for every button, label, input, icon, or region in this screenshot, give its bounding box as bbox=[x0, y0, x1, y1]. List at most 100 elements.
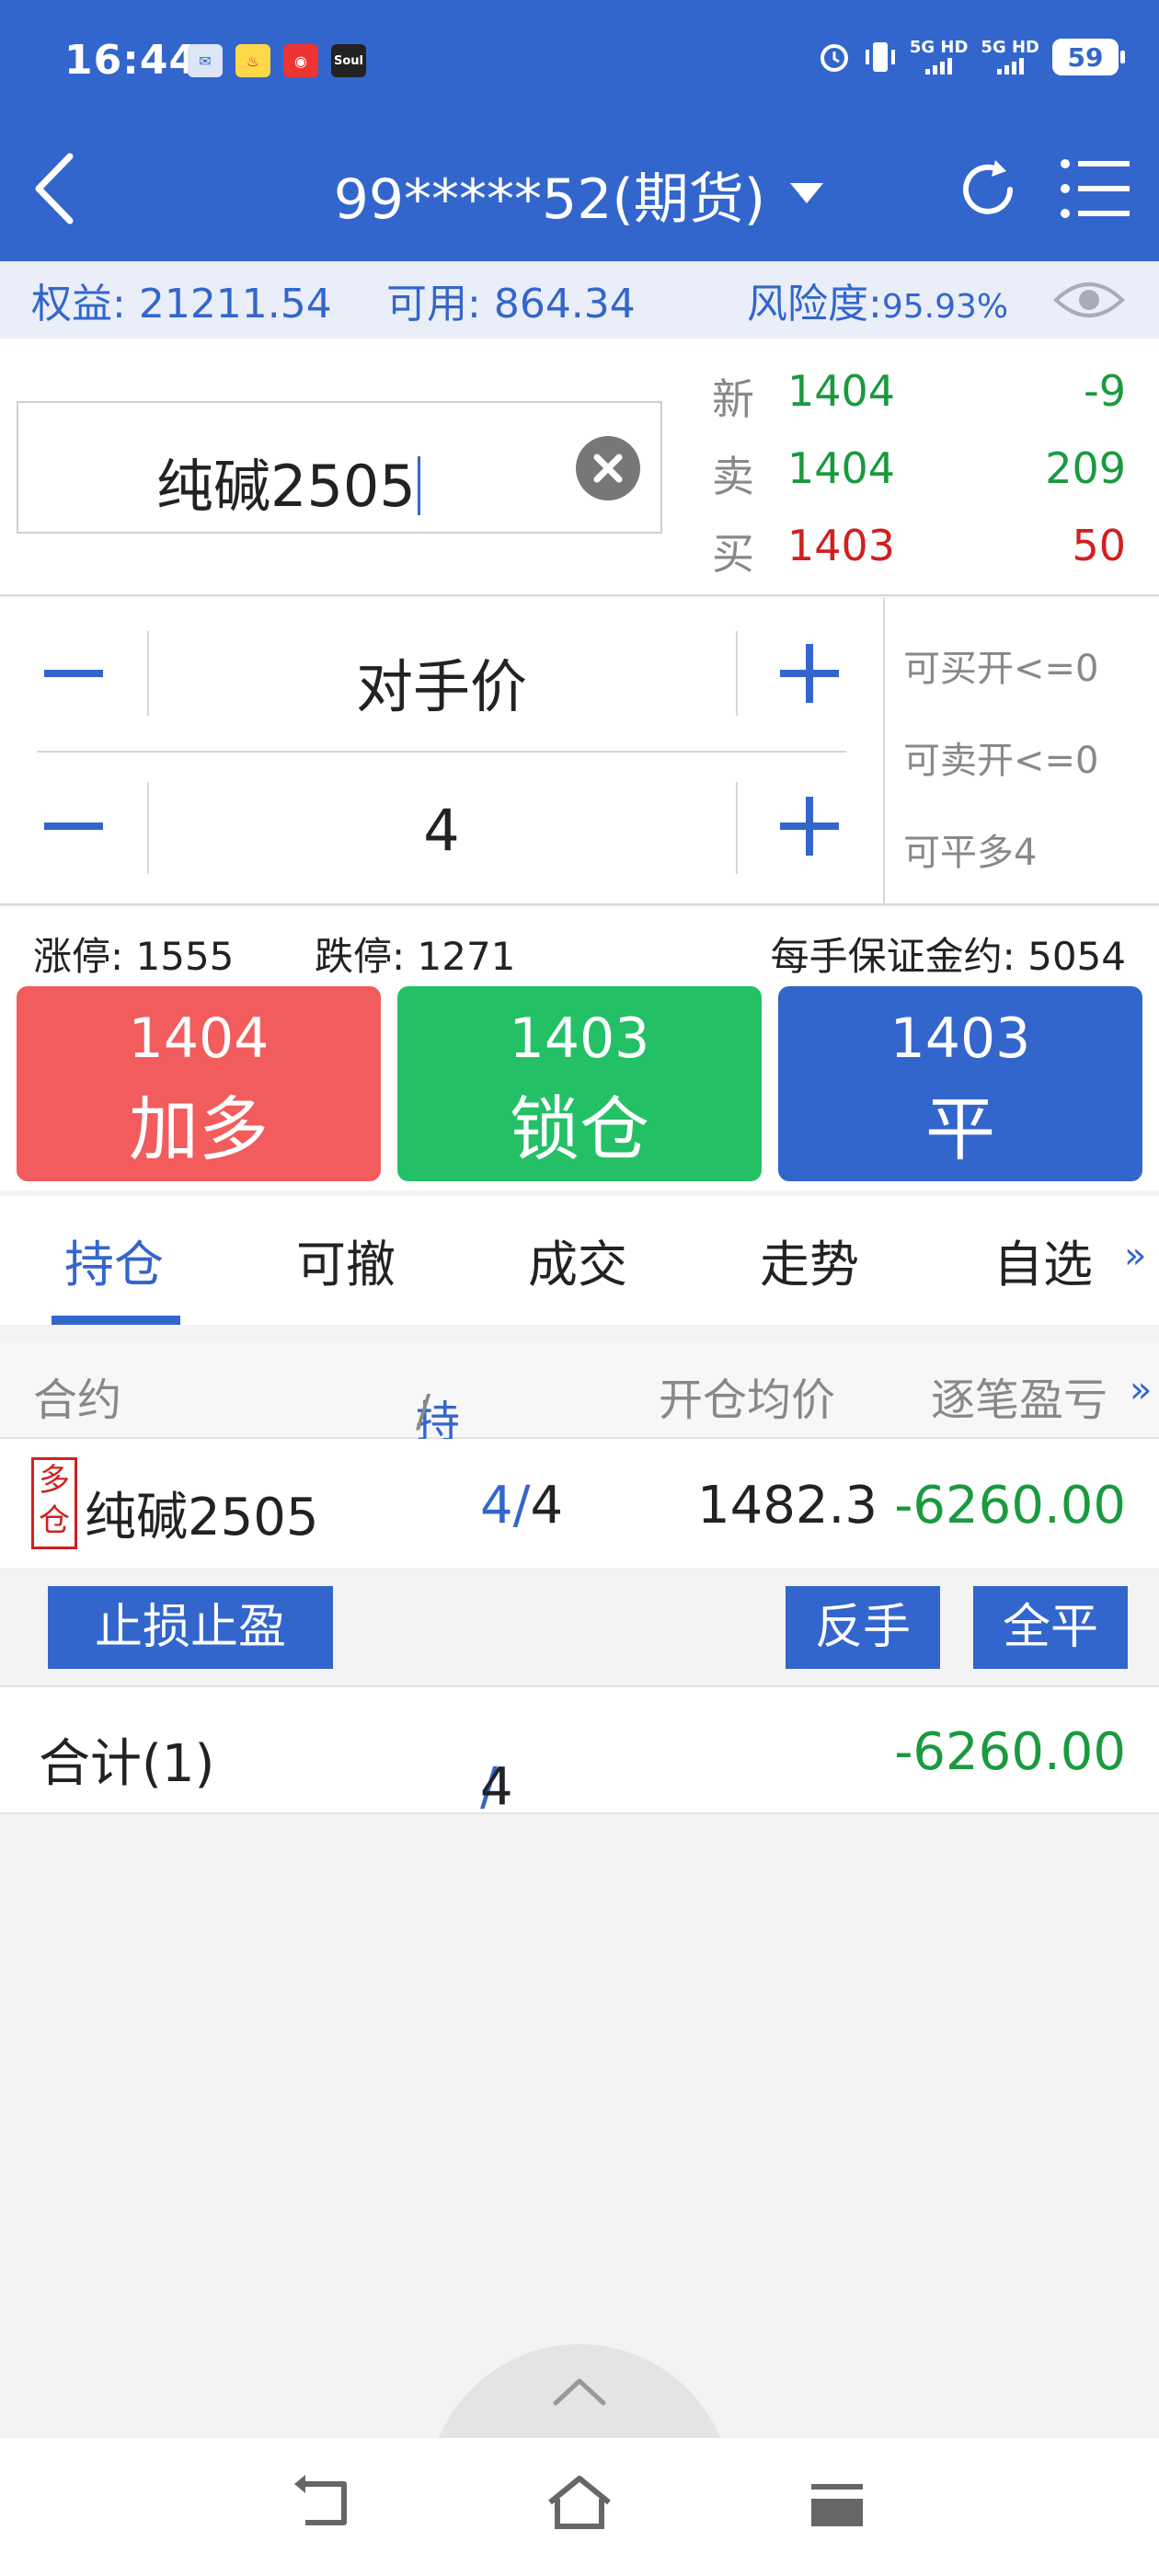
vibrate-icon bbox=[865, 42, 895, 72]
trade-actions: 1404 加多 1403 锁仓 1403 平 bbox=[0, 981, 1159, 1190]
close-price: 1403 bbox=[889, 1006, 1031, 1071]
home-nav-icon[interactable] bbox=[543, 2471, 616, 2536]
ask-price[interactable]: 1404 bbox=[787, 443, 895, 493]
divider bbox=[37, 751, 846, 753]
close-position-button[interactable]: 1403 平 bbox=[778, 986, 1142, 1181]
total-pnl: -6260.00 bbox=[894, 1722, 1126, 1782]
clear-icon[interactable] bbox=[576, 436, 640, 500]
tab-cancelable[interactable]: 可撤 bbox=[296, 1224, 396, 1296]
active-tab-indicator bbox=[52, 1316, 180, 1325]
tag-bottom: 仓 bbox=[39, 1502, 70, 1539]
positions-total: 合计(1) 4/4 -6260.00 bbox=[0, 1685, 1159, 1817]
risk-value: 95.93% bbox=[881, 288, 1009, 326]
can-close-long: 可平多4 bbox=[903, 832, 1038, 874]
position-operations: 止损止盈 反手 全平 bbox=[0, 1568, 1159, 1685]
col-avg-price: 开仓均价 bbox=[659, 1374, 836, 1426]
row-available-value: 4 bbox=[530, 1476, 564, 1535]
last-change: -9 bbox=[1084, 366, 1126, 416]
tabs-more-icon[interactable]: » bbox=[1124, 1235, 1146, 1277]
battery-indicator: 59 bbox=[1052, 39, 1125, 75]
news-app-icon: ◉ bbox=[283, 44, 318, 77]
last-label: 新 bbox=[712, 374, 754, 424]
menu-list-icon[interactable] bbox=[1058, 156, 1131, 221]
status-time: 16:44 bbox=[64, 37, 199, 84]
soul-app-icon: Soul bbox=[331, 44, 366, 77]
down-limit: 跌停: 1271 bbox=[315, 934, 516, 979]
lock-price: 1403 bbox=[509, 1006, 650, 1071]
table-row[interactable]: 多 仓 纯碱2505 4/4 1482.3 -6260.00 bbox=[0, 1439, 1159, 1568]
eye-icon[interactable] bbox=[1052, 272, 1126, 328]
buy-long-button[interactable]: 1404 加多 bbox=[17, 986, 381, 1181]
tag-top: 多 bbox=[39, 1462, 70, 1499]
price-limits: 涨停: 1555 跌停: 1271 每手保证金约: 5054 bbox=[0, 907, 1159, 981]
total-available-value: 4 bbox=[480, 1757, 513, 1817]
bottom-tabs: 持仓 可撤 成交 走势 自选 » bbox=[0, 1196, 1159, 1325]
text-caret bbox=[417, 456, 420, 515]
account-summary: 权益: 21211.54 可用: 864.34 风险度:95.93% bbox=[0, 261, 1159, 339]
app-header: 16:44 ✉ ♨ ◉ Soul 5G HD 5G HD 59 99*****5… bbox=[0, 0, 1159, 261]
price-plus-button[interactable] bbox=[754, 618, 865, 729]
network-label-2: 5G HD bbox=[981, 38, 1039, 57]
contract-input[interactable]: 纯碱2505 bbox=[17, 401, 662, 534]
tab-trend[interactable]: 走势 bbox=[760, 1224, 859, 1296]
mail-app-icon: ✉ bbox=[188, 44, 223, 77]
equity-value: 21211.54 bbox=[138, 281, 332, 328]
status-app-icons: ✉ ♨ ◉ Soul bbox=[188, 44, 366, 77]
close-all-button[interactable]: 全平 bbox=[973, 1586, 1128, 1669]
last-price: 1404 bbox=[787, 366, 896, 416]
available-value: 864.34 bbox=[493, 281, 636, 328]
contract-input-value: 纯碱2505 bbox=[156, 440, 420, 523]
order-panel: 对手价 4 可买开<=0 可卖开<=0 可平多4 bbox=[0, 598, 1159, 905]
buy-long-label: 加多 bbox=[129, 1088, 269, 1170]
can-buy-open: 可买开<=0 bbox=[903, 648, 1099, 690]
fire-app-icon: ♨ bbox=[235, 44, 270, 77]
available-label: 可用: bbox=[386, 281, 481, 328]
lock-position-button[interactable]: 1403 锁仓 bbox=[397, 986, 762, 1181]
col-contract: 合约 bbox=[33, 1374, 122, 1426]
columns-more-icon[interactable]: » bbox=[1130, 1369, 1152, 1411]
tab-positions[interactable]: 持仓 bbox=[64, 1224, 164, 1296]
back-nav-icon[interactable] bbox=[285, 2471, 359, 2536]
quantity-minus-button[interactable] bbox=[18, 771, 129, 881]
row-avg-price: 1482.3 bbox=[697, 1476, 878, 1535]
col-pnl: 逐笔盈亏 bbox=[931, 1374, 1108, 1426]
account-title-text: 99*****52(期货) bbox=[333, 167, 766, 232]
row-pnl: -6260.00 bbox=[894, 1476, 1126, 1535]
up-limit: 涨停: 1555 bbox=[33, 934, 235, 979]
price-minus-button[interactable] bbox=[18, 618, 129, 729]
ask-label: 卖 bbox=[712, 452, 754, 501]
contract-name: 纯碱2505 bbox=[156, 453, 416, 520]
bid-label: 买 bbox=[712, 529, 754, 579]
long-position-tag: 多 仓 bbox=[31, 1457, 77, 1549]
margin-per-lot: 每手保证金约: 5054 bbox=[770, 934, 1126, 979]
alarm-icon bbox=[820, 44, 848, 72]
divider bbox=[736, 782, 738, 874]
risk-degree: 风险度:95.93% bbox=[747, 270, 1008, 329]
divider bbox=[736, 631, 738, 716]
row-contract: 纯碱2505 bbox=[85, 1488, 319, 1547]
quantity-field[interactable]: 4 bbox=[147, 797, 736, 864]
network-label-1: 5G HD bbox=[909, 38, 969, 57]
reverse-button[interactable]: 反手 bbox=[786, 1586, 940, 1669]
price-type-field[interactable]: 对手价 bbox=[147, 640, 736, 723]
row-hold: 4/4 bbox=[480, 1476, 564, 1535]
quantity-plus-button[interactable] bbox=[754, 771, 865, 881]
total-label: 合计(1) bbox=[39, 1734, 215, 1794]
recents-nav-icon[interactable] bbox=[800, 2471, 874, 2536]
positions-table-header: 合约 持仓/可用 开仓均价 逐笔盈亏 » bbox=[0, 1341, 1159, 1564]
system-navigation-bar bbox=[0, 2438, 1159, 2576]
chevron-up-icon bbox=[553, 2378, 606, 2406]
tab-watchlist[interactable]: 自选 bbox=[993, 1224, 1093, 1296]
row-hold-value: 4 bbox=[480, 1476, 513, 1535]
refresh-icon[interactable] bbox=[953, 155, 1023, 224]
bid-price[interactable]: 1403 bbox=[787, 521, 895, 570]
close-label: 平 bbox=[925, 1088, 995, 1170]
caret-down-icon bbox=[790, 183, 824, 203]
status-right: 5G HD 5G HD 59 bbox=[818, 38, 1125, 75]
equity: 权益: 21211.54 bbox=[31, 270, 332, 329]
bid-volume: 50 bbox=[1072, 521, 1126, 570]
buy-long-price: 1404 bbox=[128, 1006, 270, 1071]
stop-loss-take-profit-button[interactable]: 止损止盈 bbox=[48, 1586, 333, 1669]
lock-label: 锁仓 bbox=[510, 1088, 649, 1170]
tab-trades[interactable]: 成交 bbox=[528, 1224, 627, 1296]
